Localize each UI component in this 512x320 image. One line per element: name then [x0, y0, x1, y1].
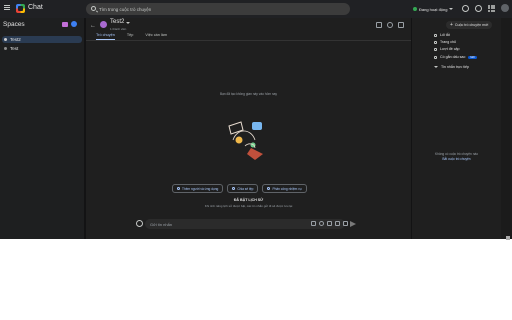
right-panel: + Cuộc trò chuyện mới Lối tắt Trang chủ … [412, 18, 501, 239]
add-people-button[interactable]: Thêm người và ứng dụng [172, 184, 224, 193]
assign-task-button[interactable]: Phân công nhiệm vụ [262, 184, 307, 193]
sleeve-shape [247, 148, 263, 160]
sidebar-item-label: Test [10, 46, 19, 51]
tab-chat[interactable]: Trò chuyện [96, 33, 115, 40]
settings-icon[interactable] [475, 4, 482, 12]
nav-item-label: Lượt đề cập [440, 47, 460, 51]
new-badge: Mới [468, 55, 477, 59]
space-created-text: Bạn đã tạo không gian này vào hôm nay [219, 92, 278, 96]
tab-tasks[interactable]: Việc cần làm [145, 33, 167, 40]
status-selector[interactable]: Đang hoạt động [413, 5, 454, 13]
space-actions: Thêm người và ứng dụng Chia sẻ tệp Phân … [172, 184, 307, 193]
new-chat-label: Cuộc trò chuyện mới [454, 23, 489, 27]
tab-files[interactable]: Tệp [127, 33, 134, 40]
header-icons [376, 22, 404, 28]
search-icon [91, 6, 96, 11]
search-room-icon[interactable] [387, 22, 393, 28]
assign-task-icon [267, 187, 271, 190]
empty-space-illustration [228, 121, 263, 160]
folder-icon[interactable] [62, 22, 68, 27]
space-marker-icon [4, 47, 7, 50]
shortcut-icon [434, 33, 437, 37]
apps-grid-icon[interactable] [488, 4, 495, 12]
chevron-down-icon [434, 66, 438, 68]
sidebar-item-label: Test2 [10, 37, 21, 42]
nav-item-label: Có gắn dấu sao [440, 55, 466, 59]
nav-item-mentions[interactable]: Lượt đề cập [434, 46, 460, 52]
history-on-title: ĐÃ BẬT LỊCH SỬ [233, 198, 264, 202]
menu-icon[interactable] [4, 5, 10, 11]
new-chat-button[interactable]: + Cuộc trò chuyện mới [446, 21, 493, 29]
right-side-rail [501, 18, 512, 239]
chevron-down-icon [449, 8, 454, 10]
status-label: Đang hoạt động [419, 6, 448, 12]
video-meeting-icon[interactable] [343, 221, 348, 226]
composer-tools [311, 221, 348, 226]
nav-item-label: Lối tắt [440, 33, 450, 37]
star-icon [434, 55, 437, 59]
share-file-label: Chia sẻ tệp [237, 186, 254, 191]
member-count: 1 thành viên [110, 27, 127, 31]
history-note: Khi tính năng lịch sử được bật, các tin … [204, 204, 293, 208]
spaces-sidebar: Spaces Test2 Test [0, 18, 84, 239]
new-space-icon[interactable] [71, 21, 77, 27]
top-icons [462, 4, 509, 12]
message-composer [136, 219, 362, 229]
chat-logo-icon [16, 4, 25, 13]
add-people-label: Thêm người và ứng dụng [182, 186, 219, 191]
top-bar: Chat Đang hoạt động [0, 0, 512, 18]
nav-item-direct-messages[interactable]: Tin nhắn trực tiếp [434, 64, 469, 70]
chat-bubble-shape [252, 122, 262, 130]
back-arrow-icon[interactable]: ← [90, 23, 96, 29]
status-dot-icon [413, 7, 417, 11]
assign-task-label: Phân công nhiệm vụ [272, 186, 302, 191]
mention-icon [434, 47, 437, 51]
add-attachment-icon[interactable] [136, 220, 143, 227]
help-icon[interactable] [462, 4, 469, 12]
nav-item-home[interactable]: Trang chủ [434, 39, 456, 45]
spaces-title: Spaces [3, 21, 25, 28]
nav-item-label: Tin nhắn trực tiếp [441, 65, 470, 69]
search-input[interactable] [99, 3, 339, 15]
format-text-icon[interactable] [311, 221, 316, 226]
home-icon [434, 40, 437, 44]
upload-file-icon[interactable] [327, 221, 332, 226]
space-marker-icon [4, 38, 7, 41]
thread-panel-icon[interactable] [398, 22, 404, 28]
chat-app: Chat Đang hoạt động Spaces Test2 Test [0, 0, 512, 239]
room-avatar [100, 21, 107, 28]
nav-item-label: Trang chủ [440, 40, 457, 44]
emoji-icon[interactable] [319, 221, 324, 226]
app-title: Chat [28, 4, 43, 11]
message-box[interactable] [145, 219, 348, 229]
chevron-down-icon[interactable] [126, 22, 130, 24]
start-conversation-link[interactable]: Bắt cuộc trò chuyện [412, 157, 501, 161]
chat-tabs: Trò chuyện Tệp Việc cần làm [96, 33, 167, 40]
drive-icon[interactable] [335, 221, 340, 226]
plus-icon: + [450, 21, 453, 28]
sidebar-item-test2[interactable]: Test2 [2, 36, 82, 43]
tabs-divider [86, 40, 411, 41]
chat-main: ← Test2 1 thành viên Trò chuyện Tệp Việc… [86, 18, 411, 239]
hand-sketch-shape [228, 121, 244, 135]
search-bar[interactable] [86, 3, 350, 15]
no-conversations-text: Không có cuộc trò chuyện nào [434, 152, 479, 156]
room-name[interactable]: Test2 [110, 19, 124, 25]
account-avatar-icon[interactable] [501, 4, 509, 12]
spark-shape [235, 136, 243, 144]
send-icon[interactable] [350, 221, 356, 227]
video-call-icon[interactable] [376, 22, 382, 28]
nav-item-starred[interactable]: Có gắn dấu sao Mới [434, 54, 477, 60]
sidebar-item-test[interactable]: Test [2, 45, 82, 52]
add-person-icon [177, 187, 180, 190]
share-file-button[interactable]: Chia sẻ tệp [227, 184, 259, 193]
nav-item-shortcuts[interactable]: Lối tắt [434, 32, 450, 38]
scrollbar-corner[interactable] [506, 236, 510, 240]
message-input[interactable] [150, 219, 300, 229]
share-file-icon [232, 187, 236, 190]
